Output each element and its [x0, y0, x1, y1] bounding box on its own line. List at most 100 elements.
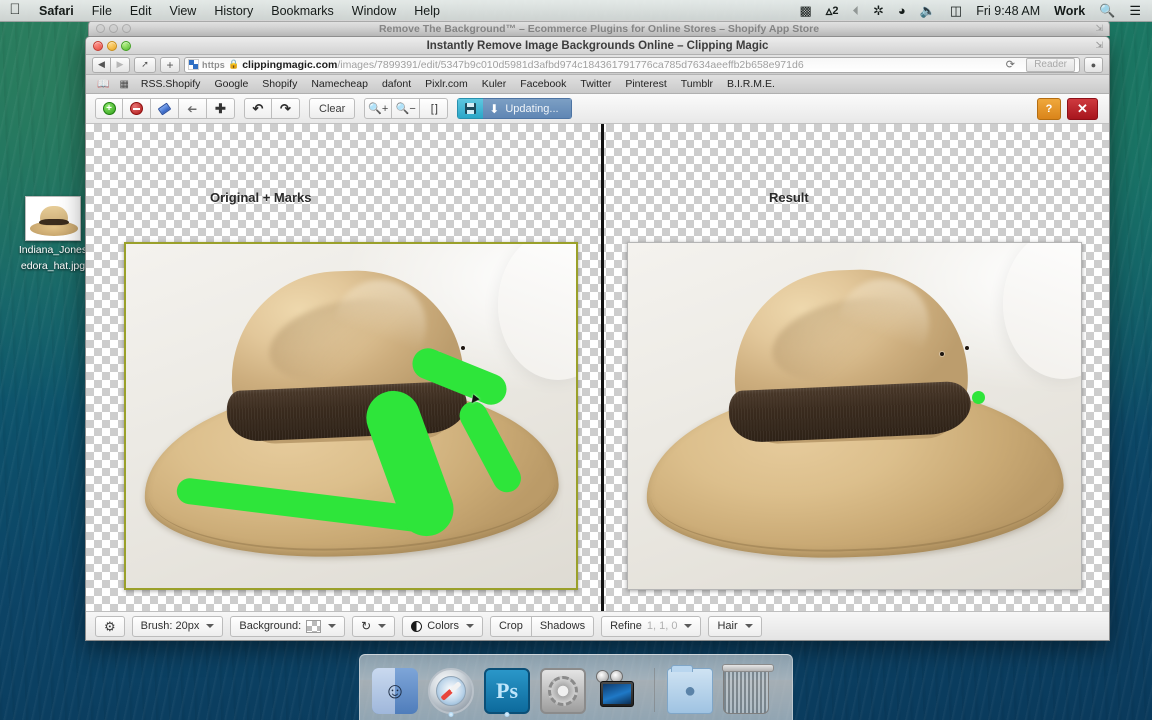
bookmark-birme[interactable]: B.I.R.M.E. [720, 78, 782, 90]
zoom-in-icon[interactable]: 🔍+ [364, 98, 393, 119]
dock-finder[interactable]: ☺ [372, 668, 418, 714]
download-arrow-icon: ⬇ [489, 101, 500, 116]
menu-item-window[interactable]: Window [343, 0, 405, 22]
marking-tool-group[interactable]: + ➔ ✚ [95, 98, 235, 119]
lock-icon: 🔒 [228, 59, 240, 69]
downloads-icon[interactable]: ● [1084, 56, 1103, 73]
dock-safari[interactable] [428, 668, 474, 717]
menubar-user[interactable]: Work [1047, 0, 1092, 22]
new-tab-button[interactable]: + [160, 56, 180, 73]
chevron-down-icon [465, 624, 474, 628]
bookmark-facebook[interactable]: Facebook [513, 78, 573, 90]
wifi-icon[interactable]: ◕ [891, 0, 913, 22]
background-fullscreen-icon[interactable]: ⇲ [1095, 23, 1103, 34]
refine-values: 1, 1, 0 [646, 620, 678, 632]
result-image[interactable] [627, 242, 1082, 590]
app-switch-indicator[interactable]: ▵ 2 [819, 0, 846, 22]
bookmark-dafont[interactable]: dafont [375, 78, 418, 90]
bookmark-shopify[interactable]: Shopify [255, 78, 304, 90]
menu-item-help[interactable]: Help [405, 0, 449, 22]
save-button[interactable]: ⬇ Updating... [457, 98, 572, 119]
eraser-tool-button[interactable] [151, 98, 179, 119]
bookmark-pixlr[interactable]: Pixlr.com [418, 78, 475, 90]
refine-button[interactable]: Refine 1, 1, 0 [601, 615, 702, 637]
bookmark-tumblr[interactable]: Tumblr [674, 78, 720, 90]
dock-trash[interactable] [722, 664, 774, 714]
file-thumbnail [25, 196, 81, 241]
crop-shadows-group[interactable]: Crop Shadows [489, 615, 595, 637]
nav-button-group[interactable]: ◀ ▶ [92, 56, 130, 73]
url-domain: clippingmagic.com [242, 58, 338, 71]
reload-icon[interactable]: ⟳ [1006, 58, 1015, 71]
crop-button[interactable]: Crop [489, 615, 532, 637]
add-background-tool-button[interactable] [123, 98, 151, 119]
bluetooth-icon[interactable]: ✲ [866, 0, 891, 22]
background-button[interactable]: Background: [230, 615, 346, 637]
hair-button[interactable]: Hair [708, 615, 762, 637]
battery-icon[interactable]: ◫ [943, 0, 969, 22]
menubar-clock[interactable]: Fri 9:48 AM [969, 0, 1047, 22]
help-button[interactable]: ? [1037, 97, 1061, 120]
redo-button[interactable]: ↷ [272, 98, 300, 119]
zoom-group[interactable]: 🔍+ 🔍− [ ] [364, 98, 449, 119]
rotate-button[interactable]: ↻ [352, 615, 396, 637]
dock-photoshop[interactable]: Ps [484, 668, 530, 717]
add-foreground-tool-button[interactable]: + [95, 98, 123, 119]
time-machine-icon[interactable]: ⏴ [845, 0, 866, 22]
bookmark-rss-shopify[interactable]: RSS.Shopify [134, 78, 208, 90]
bookmarks-bar: 📖 ▦ RSS.Shopify Google Shopify Namecheap… [86, 75, 1109, 94]
background-browser-window[interactable]: Remove The Background™ – Ecommerce Plugi… [88, 20, 1110, 36]
history-group[interactable]: ↶ ↷ [244, 98, 300, 119]
scalpel-tool-button[interactable]: ➔ [179, 98, 207, 119]
transparent-checker-swatch [306, 619, 322, 633]
close-editor-button[interactable]: ✕ [1067, 97, 1098, 120]
list-icon[interactable]: ☰ [1122, 0, 1148, 22]
bookmark-google[interactable]: Google [207, 78, 255, 90]
address-bar[interactable]: https 🔒 clippingmagic.com/images/7899391… [184, 56, 1080, 73]
colors-button[interactable]: Colors [402, 615, 483, 637]
reader-button[interactable]: Reader [1026, 57, 1075, 72]
file-icon-label-line2: edora_hat.jpg [20, 260, 86, 272]
background-window-title: Remove The Background™ – Ecommerce Plugi… [378, 22, 820, 35]
save-status-text: Updating... [505, 102, 559, 115]
bookmark-twitter[interactable]: Twitter [573, 78, 618, 90]
share-icon[interactable]: ➚ [134, 56, 156, 73]
menu-item-safari[interactable]: Safari [30, 0, 83, 22]
floppy-disk-icon [457, 98, 484, 119]
zoom-out-icon[interactable]: 🔍− [392, 98, 421, 119]
fullscreen-icon[interactable]: ⇲ [1095, 40, 1103, 51]
bookmark-namecheap[interactable]: Namecheap [304, 78, 375, 90]
editor-canvas[interactable]: Original + Marks Result Indiana_J [86, 124, 1109, 611]
settings-button[interactable]: ⚙ [95, 615, 125, 637]
back-button[interactable]: ◀ [92, 56, 111, 73]
forward-button[interactable]: ▶ [111, 56, 130, 73]
refine-label: Refine [610, 620, 642, 632]
bookmark-kuler[interactable]: Kuler [475, 78, 514, 90]
bookmark-pinterest[interactable]: Pinterest [618, 78, 673, 90]
volume-icon[interactable]: 🔈 [913, 0, 943, 22]
menu-item-file[interactable]: File [83, 0, 121, 22]
undo-button[interactable]: ↶ [244, 98, 272, 119]
brush-size-button[interactable]: Brush: 20px [131, 615, 224, 637]
clear-button[interactable]: Clear [309, 98, 356, 119]
fit-to-screen-icon[interactable]: [ ] [420, 98, 449, 119]
menu-item-edit[interactable]: Edit [121, 0, 161, 22]
desktop-file-icon[interactable]: Indiana_Jones edora_hat.jpg [14, 196, 92, 273]
brush-size-label: Brush: 20px [140, 620, 200, 632]
apple-logo-icon[interactable]:  [0, 2, 30, 19]
pan-tool-button[interactable]: ✚ [207, 98, 235, 119]
reading-list-icon[interactable]: 📖 [92, 79, 114, 90]
dock-system-preferences[interactable] [540, 668, 586, 714]
chevron-down-icon [684, 624, 693, 628]
original-image[interactable] [124, 242, 578, 590]
menu-item-view[interactable]: View [160, 0, 205, 22]
dock-quicktime[interactable] [596, 668, 642, 714]
menu-item-history[interactable]: History [205, 0, 262, 22]
search-icon[interactable]: 🔍 [1092, 0, 1122, 22]
shadows-button[interactable]: Shadows [531, 615, 595, 637]
dock-downloads[interactable]: ● [667, 665, 713, 714]
pane-divider[interactable] [601, 124, 604, 611]
menu-item-bookmarks[interactable]: Bookmarks [262, 0, 343, 22]
screen-recording-icon[interactable]: ▩ [793, 0, 819, 22]
top-sites-icon[interactable]: ▦ [114, 79, 133, 90]
